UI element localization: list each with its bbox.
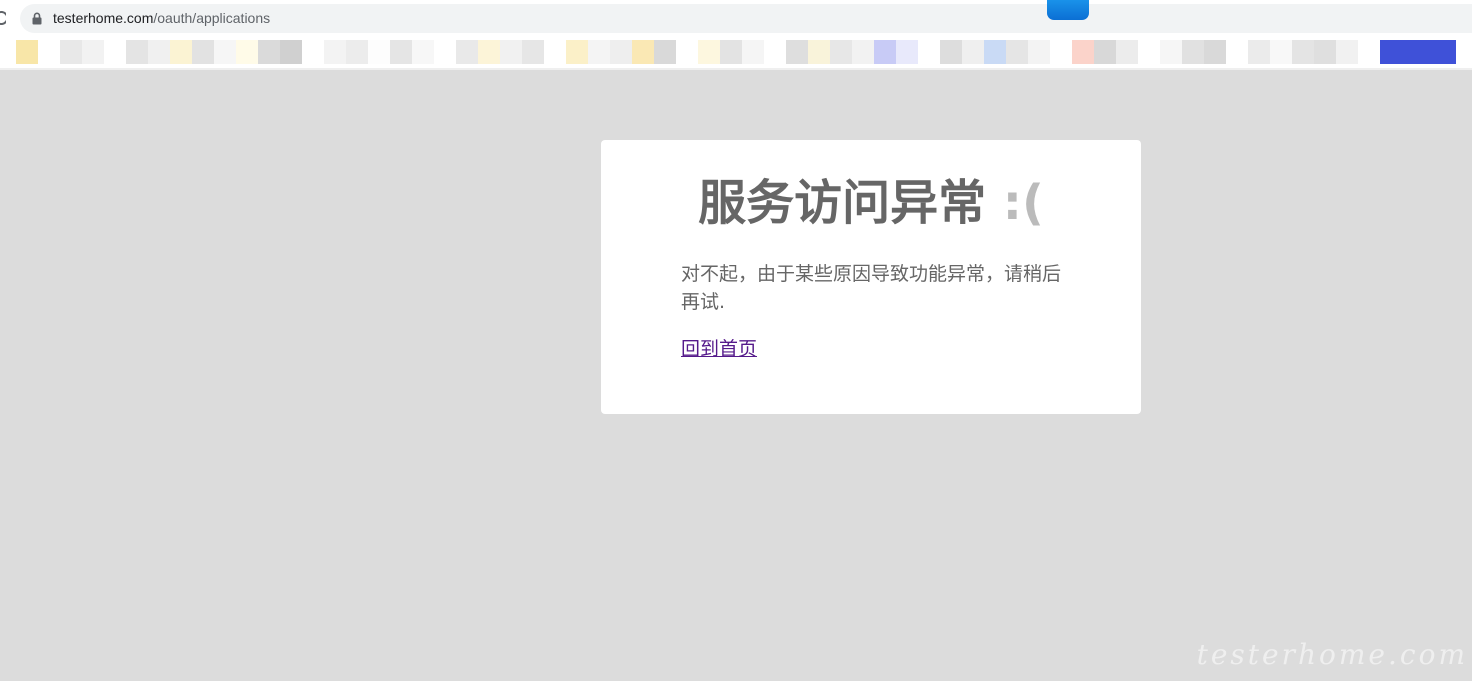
bookmark-mosaic-cell bbox=[236, 40, 258, 64]
bookmark-mosaic-cell bbox=[1248, 40, 1270, 64]
bookmark-mosaic-cell bbox=[500, 40, 522, 64]
bookmark-mosaic-cell bbox=[632, 40, 654, 64]
url-text[interactable]: testerhome.com/oauth/applications bbox=[53, 10, 270, 27]
bookmark-mosaic-cell bbox=[808, 40, 830, 64]
bookmark-mosaic-cell bbox=[214, 40, 236, 64]
bookmark-mosaic-cell bbox=[610, 40, 632, 64]
bookmark-mosaic-cell bbox=[544, 40, 566, 64]
bookmark-mosaic-cell bbox=[1072, 40, 1094, 64]
reload-icon[interactable] bbox=[0, 10, 6, 26]
bookmarks-bar-obscured bbox=[16, 40, 1456, 64]
bookmark-mosaic-cell bbox=[192, 40, 214, 64]
bookmark-mosaic-cell bbox=[676, 40, 698, 64]
bookmark-mosaic-cell bbox=[60, 40, 82, 64]
watermark: testerhome.com bbox=[1196, 638, 1468, 671]
bookmark-mosaic-cell bbox=[280, 40, 302, 64]
bookmark-mosaic-cell bbox=[918, 40, 940, 64]
bookmark-mosaic-cell bbox=[1138, 40, 1160, 64]
bookmark-mosaic-cell bbox=[1050, 40, 1072, 64]
bookmark-mosaic-cell bbox=[1028, 40, 1050, 64]
bookmark-mosaic-cell bbox=[1314, 40, 1336, 64]
bookmark-mosaic-cell bbox=[874, 40, 896, 64]
bookmark-mosaic-cell bbox=[324, 40, 346, 64]
bookmark-mosaic-cell bbox=[82, 40, 104, 64]
bookmark-mosaic-cell bbox=[1094, 40, 1116, 64]
bookmark-mosaic-cell bbox=[1336, 40, 1358, 64]
bookmark-mosaic-cell bbox=[742, 40, 764, 64]
bookmark-mosaic-cell bbox=[1116, 40, 1138, 64]
bookmark-mosaic-cell bbox=[258, 40, 280, 64]
bookmark-mosaic-cell bbox=[170, 40, 192, 64]
bookmark-mosaic-cell bbox=[16, 40, 38, 64]
url-path: /oauth/applications bbox=[153, 10, 271, 26]
bookmark-mosaic-cell bbox=[148, 40, 170, 64]
bookmark-mosaic-cell bbox=[38, 40, 60, 64]
bookmark-mosaic-cell bbox=[1358, 40, 1380, 64]
bookmarks-bar bbox=[0, 37, 1472, 68]
bookmark-mosaic-cell bbox=[830, 40, 852, 64]
bookmark-mosaic-cell bbox=[522, 40, 544, 64]
bookmark-mosaic-cell bbox=[1182, 40, 1204, 64]
bookmark-mosaic-cell bbox=[1226, 40, 1248, 64]
bookmark-mosaic-cell bbox=[1292, 40, 1314, 64]
bookmark-mosaic-cell bbox=[588, 40, 610, 64]
error-message: 对不起，由于某些原因导致功能异常，请稍后再试. bbox=[681, 263, 1062, 313]
bookmark-mosaic-cell bbox=[1270, 40, 1292, 64]
bookmark-mosaic-cell bbox=[478, 40, 500, 64]
bookmark-mosaic-cell bbox=[940, 40, 962, 64]
address-bar[interactable]: testerhome.com/oauth/applications bbox=[20, 4, 1472, 33]
bookmark-mosaic-cell bbox=[764, 40, 786, 64]
bookmark-mosaic-cell bbox=[126, 40, 148, 64]
bookmark-mosaic-cell bbox=[720, 40, 742, 64]
bookmark-mosaic-cell bbox=[566, 40, 588, 64]
bookmark-mosaic-cell bbox=[390, 40, 412, 64]
bookmark-mosaic-cell bbox=[346, 40, 368, 64]
bookmark-mosaic-cell bbox=[984, 40, 1006, 64]
bookmark-mosaic-cell bbox=[412, 40, 434, 64]
url-host: testerhome.com bbox=[53, 10, 154, 26]
bookmark-mosaic-cell bbox=[896, 40, 918, 64]
browser-chrome: testerhome.com/oauth/applications bbox=[0, 0, 1472, 70]
bookmark-mosaic-cell bbox=[852, 40, 874, 64]
bookmark-mosaic-cell bbox=[1380, 40, 1456, 64]
page-content: 服务访问异常 :( 对不起，由于某些原因导致功能异常，请稍后再试. 回到首页 t… bbox=[0, 70, 1472, 681]
bookmark-mosaic-cell bbox=[698, 40, 720, 64]
bookmark-mosaic-cell bbox=[1006, 40, 1028, 64]
error-title: 服务访问异常 :( bbox=[601, 172, 1141, 234]
bookmark-mosaic-cell bbox=[1204, 40, 1226, 64]
extension-icon[interactable] bbox=[1047, 0, 1089, 20]
bookmark-mosaic-cell bbox=[962, 40, 984, 64]
back-to-home-link[interactable]: 回到首页 bbox=[681, 336, 757, 362]
bookmark-mosaic-cell bbox=[1160, 40, 1182, 64]
bookmark-mosaic-cell bbox=[434, 40, 456, 64]
bookmark-mosaic-cell bbox=[786, 40, 808, 64]
sad-face: :( bbox=[1002, 175, 1044, 231]
bookmark-mosaic-cell bbox=[456, 40, 478, 64]
bookmark-mosaic-cell bbox=[654, 40, 676, 64]
bookmark-mosaic-cell bbox=[104, 40, 126, 64]
error-card: 服务访问异常 :( 对不起，由于某些原因导致功能异常，请稍后再试. 回到首页 bbox=[601, 140, 1141, 414]
bookmark-mosaic-cell bbox=[368, 40, 390, 64]
lock-icon[interactable] bbox=[32, 12, 42, 25]
bookmark-mosaic-cell bbox=[302, 40, 324, 64]
address-bar-row: testerhome.com/oauth/applications bbox=[0, 0, 1472, 37]
error-title-text: 服务访问异常 bbox=[698, 175, 987, 231]
